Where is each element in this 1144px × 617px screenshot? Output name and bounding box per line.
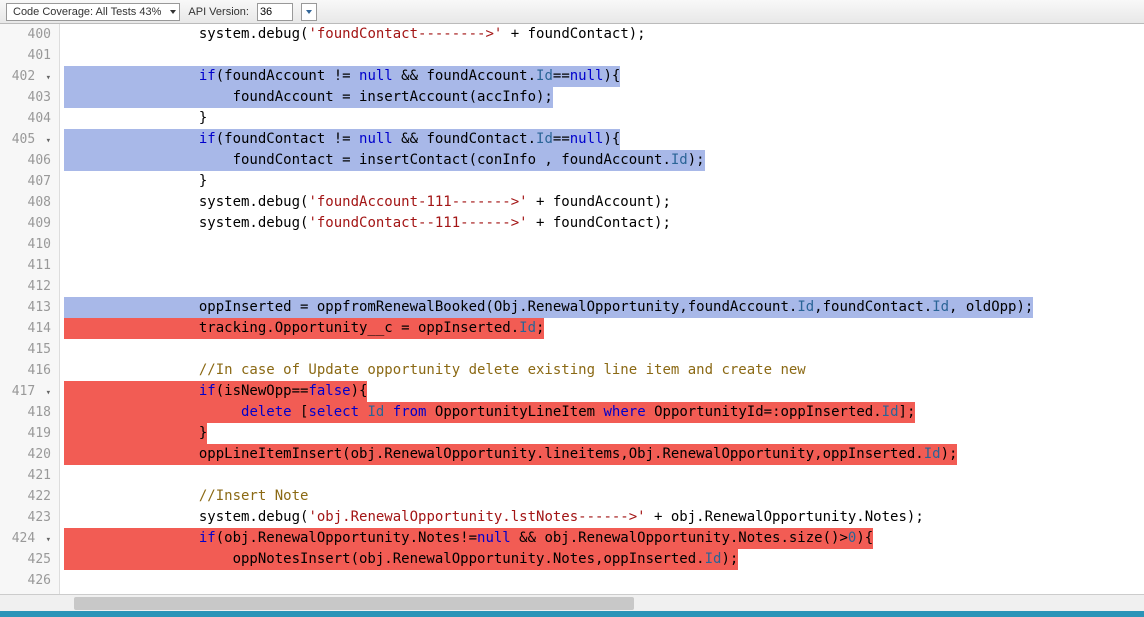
code-line[interactable] [60, 465, 1144, 486]
line-number: 405 ▾ [0, 129, 51, 150]
code-line[interactable]: oppNotesInsert(obj.RenewalOpportunity.No… [60, 549, 1144, 570]
code-line[interactable]: if(foundContact != null && foundContact.… [60, 129, 1144, 150]
line-number: 416 [0, 360, 51, 381]
api-version-dropdown[interactable] [301, 3, 317, 21]
line-number: 424 ▾ [0, 528, 51, 549]
line-number: 404 [0, 108, 51, 129]
code-line[interactable]: if(obj.RenewalOpportunity.Notes!=null &&… [60, 528, 1144, 549]
code-line[interactable]: oppInserted = oppfromRenewalBooked(Obj.R… [60, 297, 1144, 318]
code-line[interactable]: system.debug('foundContact--111------>' … [60, 213, 1144, 234]
line-number: 409 [0, 213, 51, 234]
line-number: 426 [0, 570, 51, 591]
footer-bar [0, 611, 1144, 617]
code-line[interactable] [60, 45, 1144, 66]
code-editor: 400 401 402 ▾403 404 405 ▾406 407 408 40… [0, 24, 1144, 594]
line-number: 402 ▾ [0, 66, 51, 87]
code-line[interactable]: } [60, 423, 1144, 444]
code-line[interactable]: //In case of Update opportunity delete e… [60, 360, 1144, 381]
code-line[interactable]: } [60, 108, 1144, 129]
line-number: 415 [0, 339, 51, 360]
line-number: 406 [0, 150, 51, 171]
code-line[interactable]: } [60, 171, 1144, 192]
code-line[interactable]: delete [select Id from OpportunityLineIt… [60, 402, 1144, 423]
code-line[interactable]: if(foundAccount != null && foundAccount.… [60, 66, 1144, 87]
horizontal-scrollbar[interactable] [0, 594, 1144, 611]
code-line[interactable]: foundAccount = insertAccount(accInfo); [60, 87, 1144, 108]
code-line[interactable] [60, 570, 1144, 591]
line-number: 425 [0, 549, 51, 570]
toolbar: Code Coverage: All Tests 43% API Version… [0, 0, 1144, 24]
line-number: 408 [0, 192, 51, 213]
line-number: 400 [0, 24, 51, 45]
line-number: 413 [0, 297, 51, 318]
scroll-thumb[interactable] [74, 597, 634, 610]
api-version-input[interactable] [257, 3, 293, 21]
code-line[interactable]: //Insert Note [60, 486, 1144, 507]
line-gutter: 400 401 402 ▾403 404 405 ▾406 407 408 40… [0, 24, 60, 594]
code-line[interactable]: system.debug('foundAccount-111------->' … [60, 192, 1144, 213]
code-line[interactable] [60, 339, 1144, 360]
line-number: 414 [0, 318, 51, 339]
line-number: 418 [0, 402, 51, 423]
line-number: 420 [0, 444, 51, 465]
code-line[interactable]: tracking.Opportunity__c = oppInserted.Id… [60, 318, 1144, 339]
line-number: 407 [0, 171, 51, 192]
code-line[interactable] [60, 255, 1144, 276]
line-number: 410 [0, 234, 51, 255]
line-number: 421 [0, 465, 51, 486]
line-number: 403 [0, 87, 51, 108]
line-number: 423 [0, 507, 51, 528]
line-number: 401 [0, 45, 51, 66]
line-number: 412 [0, 276, 51, 297]
code-line[interactable] [60, 234, 1144, 255]
line-number: 417 ▾ [0, 381, 51, 402]
code-area[interactable]: system.debug('foundContact-------->' + f… [60, 24, 1144, 594]
line-number: 419 [0, 423, 51, 444]
line-number: 422 [0, 486, 51, 507]
line-number: 411 [0, 255, 51, 276]
code-line[interactable]: system.debug('foundContact-------->' + f… [60, 24, 1144, 45]
code-coverage-dropdown[interactable]: Code Coverage: All Tests 43% [6, 3, 180, 21]
code-line[interactable]: if(isNewOpp==false){ [60, 381, 1144, 402]
api-version-label: API Version: [188, 6, 249, 18]
code-line[interactable]: system.debug('obj.RenewalOpportunity.lst… [60, 507, 1144, 528]
code-line[interactable]: oppLineItemInsert(obj.RenewalOpportunity… [60, 444, 1144, 465]
code-line[interactable] [60, 276, 1144, 297]
code-line[interactable]: foundContact = insertContact(conInfo , f… [60, 150, 1144, 171]
